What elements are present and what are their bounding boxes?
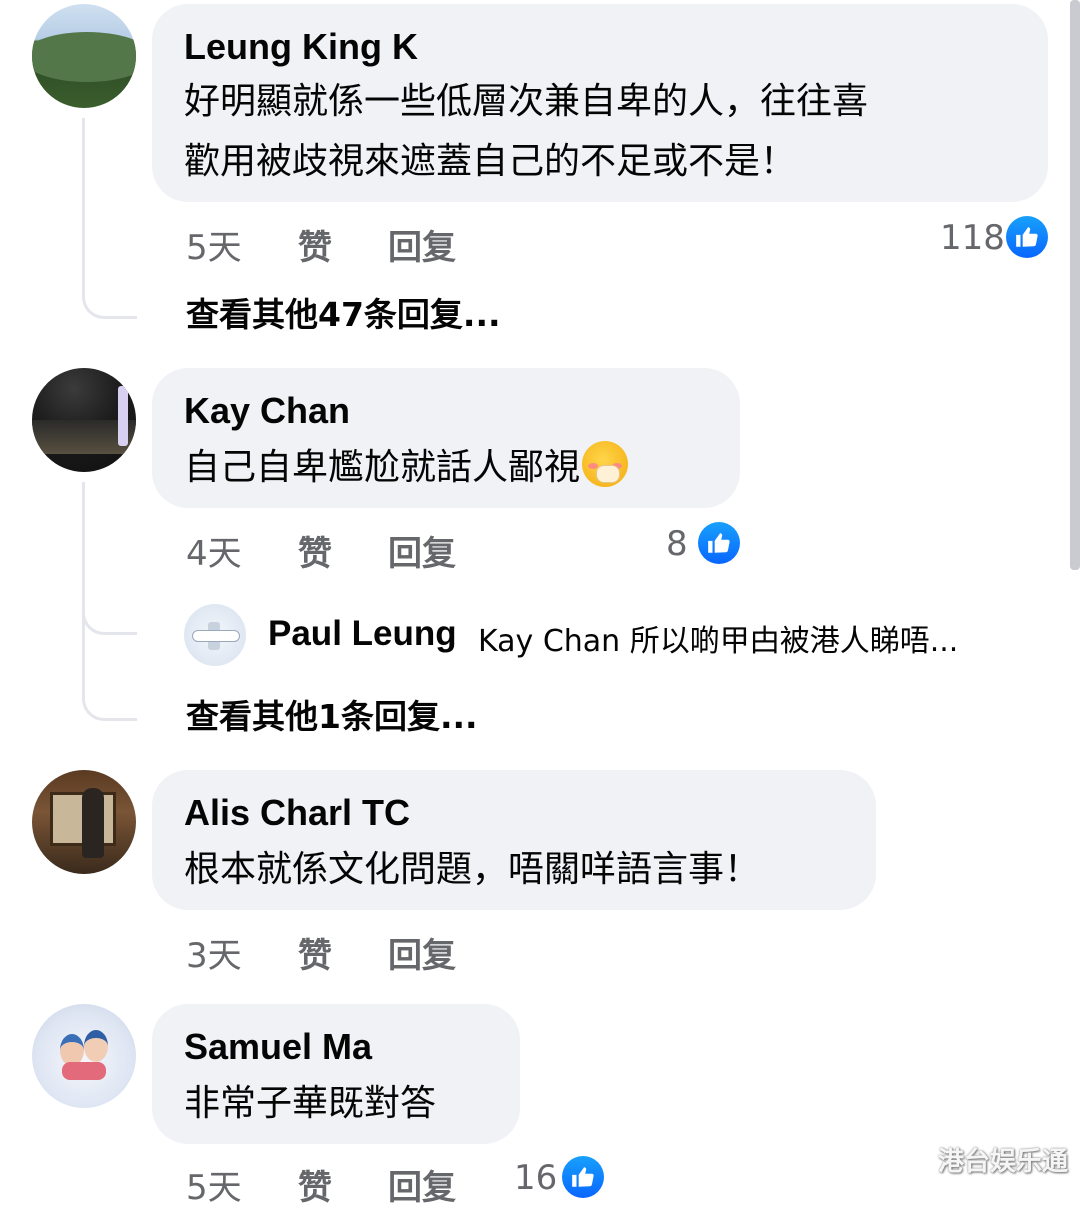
scrollbar[interactable] xyxy=(1070,0,1080,570)
comment-text-line: 歡用被歧視來遮蓋自己的不足或不是！ xyxy=(184,141,797,182)
comment-time[interactable]: 5天 xyxy=(186,1160,242,1209)
avatar-paul-leung[interactable] xyxy=(184,604,246,666)
avatar-kay-chan[interactable] xyxy=(32,368,136,472)
reply-preview-text[interactable]: Kay Chan 所以啲甲甴被港人睇唔... xyxy=(478,616,958,660)
like-button[interactable]: 赞 xyxy=(298,928,332,977)
thumbs-up-icon[interactable] xyxy=(698,522,740,564)
comment-time[interactable]: 5天 xyxy=(186,220,242,269)
comment-text: 自己自卑尷尬就話人鄙視 xyxy=(184,447,581,488)
like-count[interactable]: 118 xyxy=(940,218,1005,258)
comment-text-line: 好明顯就係一些低層次兼自卑的人，往往喜 xyxy=(184,81,869,122)
comment-author[interactable]: Alis Charl TC xyxy=(184,792,410,834)
comment-text-line: 自己自卑尷尬就話人鄙視 xyxy=(184,438,629,498)
reply-button[interactable]: 回复 xyxy=(388,220,456,269)
thumbs-up-icon[interactable] xyxy=(562,1156,604,1198)
avatar-leung-king-k[interactable] xyxy=(32,4,136,108)
comment-author[interactable]: Kay Chan xyxy=(184,390,350,432)
thread-connector xyxy=(82,482,137,721)
avatar-samuel-ma[interactable] xyxy=(32,1004,136,1108)
comment-author[interactable]: Leung King K xyxy=(184,26,418,68)
view-more-replies[interactable]: 查看其他47条回复... xyxy=(186,288,501,336)
reply-author[interactable]: Paul Leung xyxy=(268,614,457,654)
thumbs-up-icon[interactable] xyxy=(1006,216,1048,258)
watermark: 港台娱乐通 xyxy=(937,1147,1068,1177)
view-more-replies[interactable]: 查看其他1条回复... xyxy=(186,690,478,738)
like-count[interactable]: 16 xyxy=(514,1158,557,1198)
like-button[interactable]: 赞 xyxy=(298,220,332,269)
like-button[interactable]: 赞 xyxy=(298,1160,332,1209)
comment-author[interactable]: Samuel Ma xyxy=(184,1026,372,1068)
avatar-alis-charl-tc[interactable] xyxy=(32,770,136,874)
comment-text-line: 根本就係文化問題，唔關咩語言事！ xyxy=(184,849,761,890)
comment-text-line: 非常子華既對答 xyxy=(184,1083,437,1124)
reply-button[interactable]: 回复 xyxy=(388,1160,456,1209)
comment-time[interactable]: 3天 xyxy=(186,928,242,977)
face-with-hand-over-mouth-icon xyxy=(582,441,629,487)
like-button[interactable]: 赞 xyxy=(298,526,332,575)
reply-button[interactable]: 回复 xyxy=(388,928,456,977)
reply-button[interactable]: 回复 xyxy=(388,526,456,575)
like-count[interactable]: 8 xyxy=(666,524,688,564)
thread-connector xyxy=(82,118,137,319)
comment-time[interactable]: 4天 xyxy=(186,526,242,575)
